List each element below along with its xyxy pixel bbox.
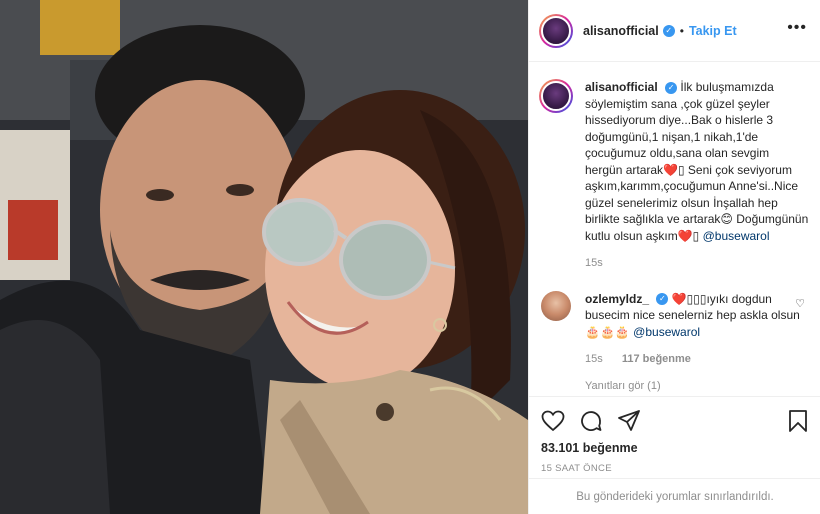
author-username[interactable]: alisanofficial <box>583 24 659 38</box>
commenter-username[interactable]: ozlemyldz_ <box>585 292 649 306</box>
comment-icon[interactable] <box>579 409 603 436</box>
verified-badge-icon: ✓ <box>656 293 669 306</box>
likes-count[interactable]: 83.101 beğenme <box>541 441 809 455</box>
caption-username[interactable]: alisanofficial <box>585 80 658 94</box>
caption-timestamp[interactable]: 15s <box>585 255 809 272</box>
comment-meta: 15s 117 beğenme <box>585 351 800 368</box>
comment-likes[interactable]: 117 beğenme <box>622 353 691 365</box>
photo-illustration <box>0 0 528 514</box>
comments-restricted-notice: Bu gönderideki yorumlar sınırlandırıldı. <box>529 478 820 514</box>
post-actions: 83.101 beğenme 15 SAAT ÖNCE <box>529 396 820 474</box>
caption-text: İlk buluşmamızda söylemiştim sana ,çok g… <box>585 80 809 243</box>
comment-timestamp[interactable]: 15s <box>585 353 603 365</box>
comment-mention[interactable]: @busewarol <box>633 325 700 339</box>
post-side-panel: alisanofficial ✓ • Takip Et ••• alisanof… <box>528 0 820 514</box>
comment-body: ozlemyldz_ ✓ ❤️▯▯▯ıyıkı dogdun busecim n… <box>585 291 800 368</box>
caption-body: alisanofficial ✓ İlk buluşmamızda söylem… <box>585 79 809 272</box>
caption-mention[interactable]: @busewarol <box>703 229 770 243</box>
follow-button[interactable]: Takip Et <box>689 24 737 38</box>
commenter-avatar[interactable] <box>541 290 571 321</box>
verified-badge-icon: ✓ <box>662 24 675 37</box>
post-caption: alisanofficial ✓ İlk buluşmamızda söylem… <box>539 79 809 272</box>
instagram-post: alisanofficial ✓ • Takip Et ••• alisanof… <box>0 0 820 514</box>
header-separator: • <box>679 23 684 38</box>
caption-avatar[interactable] <box>539 79 573 113</box>
comment-item: ozlemyldz_ ✓ ❤️▯▯▯ıyıkı dogdun busecim n… <box>539 290 809 368</box>
author-avatar[interactable] <box>539 13 573 48</box>
view-replies-link[interactable]: Yanıtları gör (1) <box>585 380 809 392</box>
post-time-ago[interactable]: 15 SAAT ÖNCE <box>541 463 809 474</box>
post-photo[interactable] <box>0 0 528 514</box>
action-icons <box>541 409 809 435</box>
comments-section[interactable]: alisanofficial ✓ İlk buluşmamızda söylem… <box>529 63 820 396</box>
post-header: alisanofficial ✓ • Takip Et ••• <box>529 0 820 62</box>
verified-badge-icon: ✓ <box>665 81 678 94</box>
comment-like-heart-icon[interactable]: ♡ <box>795 297 805 310</box>
share-icon[interactable] <box>617 409 641 436</box>
more-options-icon[interactable]: ••• <box>787 20 807 36</box>
bookmark-icon[interactable] <box>787 409 809 436</box>
heart-icon[interactable] <box>541 410 565 435</box>
